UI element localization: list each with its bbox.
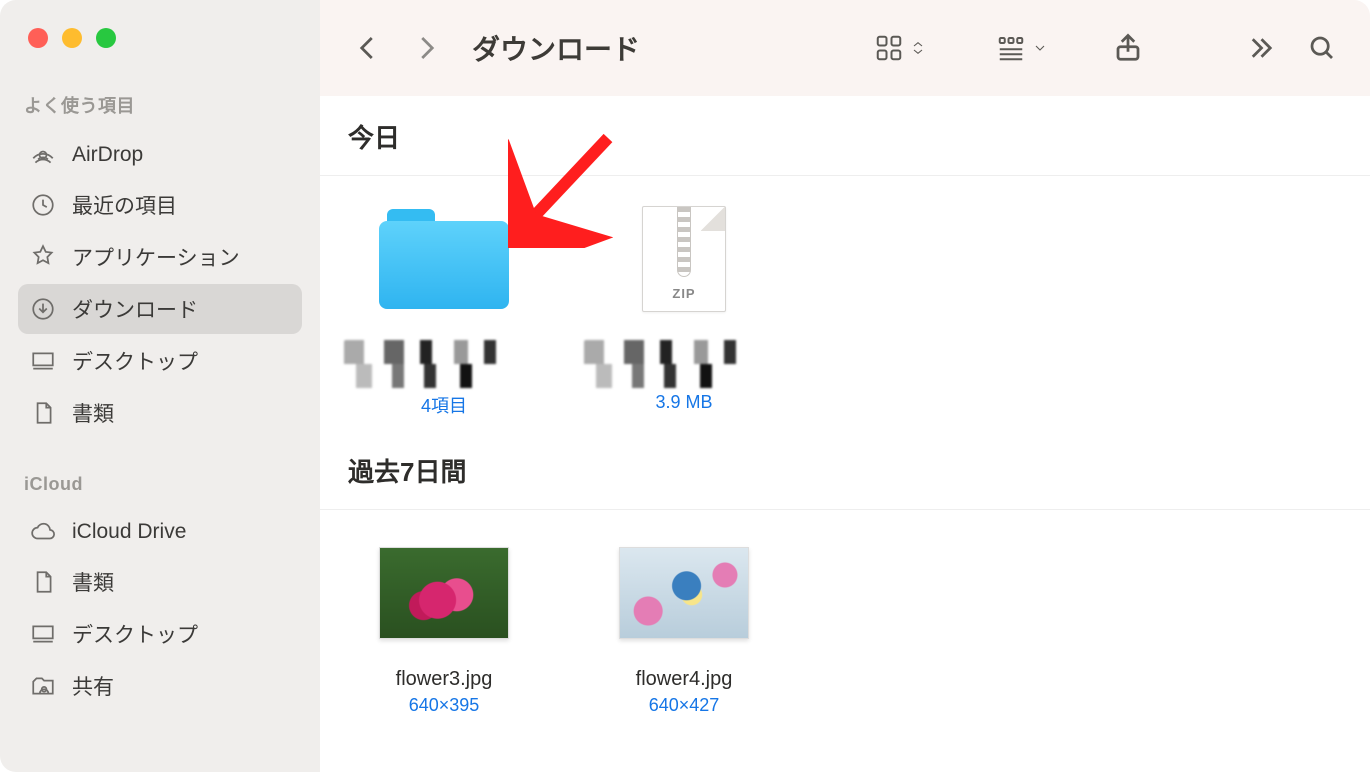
apps-icon [30,244,56,270]
sidebar-item-label: 書類 [72,398,114,428]
sidebar-section-icloud: iCloud [18,474,302,509]
toolbar: ダウンロード [320,0,1370,96]
file-item[interactable]: flower3.jpg 640×395 [344,538,544,716]
sidebar-fav-item-apps[interactable]: アプリケーション [18,232,302,282]
file-subtitle: 4項目 [421,392,467,418]
desktop-icon [30,348,56,374]
sidebar-icloud-item-cloud[interactable]: iCloud Drive [18,509,302,555]
doc-icon [30,569,56,595]
minimize-button[interactable] [62,28,82,48]
sidebar: よく使う項目 AirDrop 最近の項目アプリケーションダウンロードデスクトップ書… [0,0,320,772]
fullscreen-button[interactable] [96,28,116,48]
sidebar-item-label: デスクトップ [72,619,198,649]
sidebar-item-label: ダウンロード [72,294,198,324]
group-by-button[interactable] [996,33,1048,63]
share-button[interactable] [1108,28,1148,68]
sidebar-item-label: アプリケーション [72,242,240,272]
sidebar-fav-item-doc[interactable]: 書類 [18,388,302,438]
cloud-icon [30,519,56,545]
redacted-filename [584,340,784,388]
clock-icon [30,192,56,218]
file-item[interactable]: 4項目 [344,204,544,418]
sidebar-fav-item-download[interactable]: ダウンロード [18,284,302,334]
view-mode-button[interactable] [874,33,926,63]
group-header: 過去7日間 [320,430,1370,510]
file-item[interactable]: flower4.jpg 640×427 [584,538,784,716]
close-button[interactable] [28,28,48,48]
file-item[interactable]: ZIP 3.9 MB [584,204,784,418]
sidebar-item-label: 最近の項目 [72,190,177,220]
sidebar-icloud-item-desktop[interactable]: デスクトップ [18,609,302,659]
content-area[interactable]: 今日4項目ZIP3.9 MB過去7日間flower3.jpg640×395flo… [320,96,1370,772]
sidebar-section-favorites: よく使う項目 [18,92,302,132]
sidebar-icloud-item-shared[interactable]: 共有 [18,661,302,711]
sidebar-item-label: AirDrop [72,143,143,167]
image-thumbnail [379,538,509,648]
window-title: ダウンロード [472,28,640,68]
back-button[interactable] [348,28,388,68]
file-grid: 4項目 ZIP 3.9 MB [320,176,1370,430]
sidebar-fav-item-clock[interactable]: 最近の項目 [18,180,302,230]
airdrop-icon [30,142,56,168]
file-subtitle: 640×427 [649,695,720,716]
window-controls [18,28,302,48]
image-thumbnail [619,538,749,648]
shared-icon [30,673,56,699]
file-name: flower3.jpg [396,668,493,691]
group-header: 今日 [320,96,1370,176]
download-icon [30,296,56,322]
sidebar-favorites-list: AirDrop 最近の項目アプリケーションダウンロードデスクトップ書類 [18,132,302,438]
desktop-icon [30,621,56,647]
folder-icon [379,204,509,314]
sidebar-icloud-list: iCloud Drive 書類デスクトップ共有 [18,509,302,711]
sidebar-fav-item-airdrop[interactable]: AirDrop [18,132,302,178]
sidebar-item-label: 書類 [72,567,114,597]
sidebar-item-label: 共有 [72,671,114,701]
file-name: flower4.jpg [636,668,733,691]
file-grid: flower3.jpg 640×395 flower4.jpg 640×427 [320,510,1370,728]
sidebar-item-label: デスクトップ [72,346,198,376]
finder-window: よく使う項目 AirDrop最近の項目アプリケーションダウンロードデスクトップ書… [0,0,1370,772]
sidebar-icloud-item-doc[interactable]: 書類 [18,557,302,607]
sidebar-item-label: iCloud Drive [72,520,186,544]
file-subtitle: 3.9 MB [655,392,712,413]
sidebar-fav-item-desktop[interactable]: デスクトップ [18,336,302,386]
main-pane: ダウンロード 今日4項目ZIP3.9 MB過去7日間fl [320,0,1370,772]
file-subtitle: 640×395 [409,695,480,716]
redacted-filename [344,340,544,388]
forward-button[interactable] [406,28,446,68]
overflow-button[interactable] [1244,28,1284,68]
zip-icon: ZIP [619,204,749,314]
search-button[interactable] [1302,28,1342,68]
doc-icon [30,400,56,426]
